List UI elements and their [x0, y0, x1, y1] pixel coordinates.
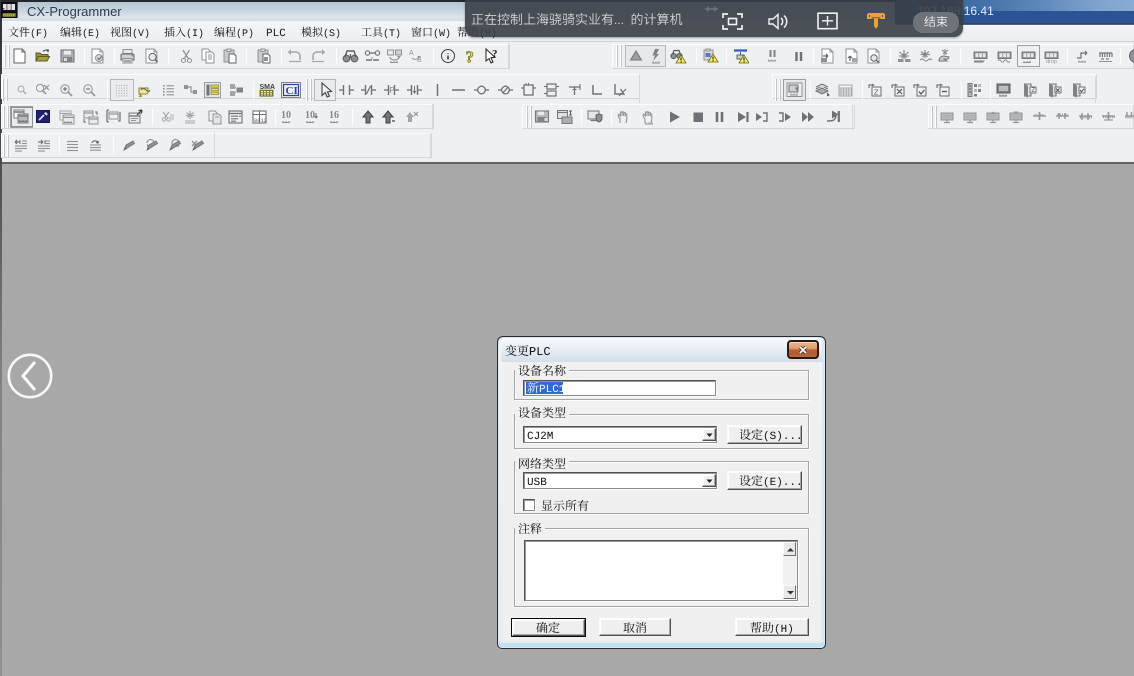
svg-text:12: 12 — [261, 117, 268, 124]
svg-text:drop: drop — [1046, 59, 1057, 64]
svg-text:?: ? — [466, 48, 475, 64]
svg-text:P: P — [389, 86, 394, 95]
svg-text:CI: CI — [286, 85, 298, 97]
svg-text:?: ? — [492, 48, 498, 60]
svg-text:A: A — [409, 50, 414, 57]
svg-text:10: 10 — [305, 110, 315, 121]
svg-text:10: 10 — [281, 110, 291, 121]
svg-text:Z: Z — [874, 88, 879, 97]
svg-text:Z: Z — [1032, 88, 1036, 94]
svg-text:16: 16 — [329, 110, 339, 121]
